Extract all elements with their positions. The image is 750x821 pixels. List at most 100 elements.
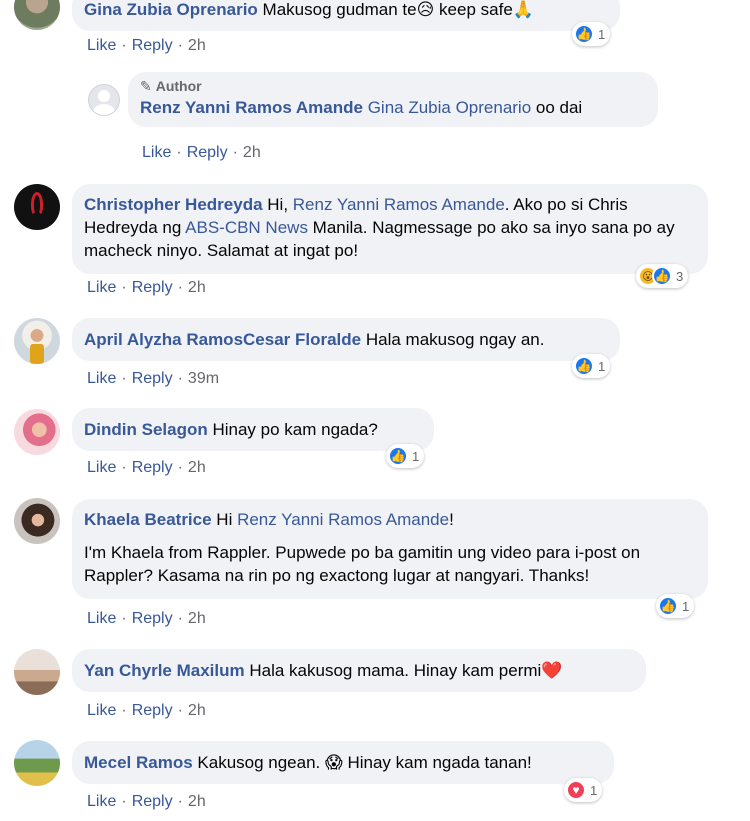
mention-link[interactable]: Renz Yanni Ramos Amande bbox=[237, 510, 449, 529]
ribbon-logo-icon bbox=[31, 192, 43, 216]
reaction-count: 3 bbox=[676, 268, 684, 284]
commenter-name[interactable]: Gina Zubia Oprenario bbox=[84, 0, 258, 19]
commenter-name[interactable]: April Alyzha RamosCesar Floralde bbox=[84, 330, 361, 349]
separator: · bbox=[121, 459, 127, 476]
timestamp[interactable]: 2h bbox=[188, 37, 206, 55]
comment-text: ! bbox=[449, 510, 454, 529]
like-icon: 👍 bbox=[574, 356, 594, 376]
reply-link[interactable]: Reply bbox=[132, 793, 173, 811]
comment-bubble: ✎ Author Renz Yanni Ramos Amande Gina Zub… bbox=[128, 72, 658, 127]
reaction-summary[interactable]: 👍 1 bbox=[572, 22, 611, 46]
reaction-summary[interactable]: 😮 👍 3 bbox=[636, 264, 689, 288]
reaction-count: 1 bbox=[598, 26, 606, 42]
avatar[interactable] bbox=[14, 649, 60, 695]
timestamp[interactable]: 2h bbox=[188, 279, 206, 297]
avatar[interactable] bbox=[88, 84, 120, 116]
separator: · bbox=[177, 279, 183, 296]
separator: · bbox=[177, 37, 183, 54]
love-icon: ♥ bbox=[566, 780, 586, 800]
comment-bubble: Yan Chyrle Maxilum Hala kakusog mama. Hi… bbox=[72, 649, 646, 692]
avatar[interactable] bbox=[14, 0, 60, 30]
comment-actions: Like · Reply · 39m bbox=[87, 370, 219, 388]
reply-link[interactable]: Reply bbox=[132, 279, 173, 297]
separator: · bbox=[121, 370, 127, 387]
comment-line: Khaela Beatrice Hi Renz Yanni Ramos Aman… bbox=[84, 508, 696, 531]
reaction-count: 1 bbox=[682, 598, 690, 614]
reply-link[interactable]: Reply bbox=[132, 370, 173, 388]
mention-link[interactable]: Gina Zubia Oprenario bbox=[368, 98, 531, 117]
separator: · bbox=[177, 793, 183, 810]
commenter-name[interactable]: Christopher Hedreyda bbox=[84, 195, 263, 214]
comment-actions: Like · Reply · 2h bbox=[87, 793, 206, 811]
separator: · bbox=[177, 610, 183, 627]
like-link[interactable]: Like bbox=[87, 37, 116, 55]
like-link[interactable]: Like bbox=[87, 702, 116, 720]
reaction-summary[interactable]: 👍 1 bbox=[572, 354, 611, 378]
comment-text: Makusog gudman te bbox=[262, 0, 417, 19]
reaction-summary[interactable]: 👍 1 bbox=[386, 444, 425, 468]
comment-actions: Like · Reply · 2h bbox=[87, 37, 206, 55]
commenter-name[interactable]: Dindin Selagon bbox=[84, 420, 208, 439]
praying-hands-emoji-icon: 🙏 bbox=[512, 0, 534, 19]
separator: · bbox=[177, 459, 183, 476]
like-link[interactable]: Like bbox=[87, 459, 116, 477]
comment-actions: Like · Reply · 2h bbox=[87, 702, 206, 720]
separator: · bbox=[177, 370, 183, 387]
comment-text: I'm Khaela from Rappler. Pupwede po ba g… bbox=[84, 543, 641, 585]
mention-link[interactable]: ABS-CBN News bbox=[185, 218, 308, 237]
comment-actions: Like · Reply · 2h bbox=[87, 459, 206, 477]
reaction-summary[interactable]: ♥ 1 bbox=[564, 778, 603, 802]
comment-text: oo dai bbox=[531, 98, 583, 117]
avatar[interactable] bbox=[14, 498, 60, 544]
timestamp[interactable]: 2h bbox=[188, 702, 206, 720]
screaming-face-emoji-icon: 😱 bbox=[325, 753, 343, 772]
like-icon: 👍 bbox=[388, 446, 408, 466]
separator: · bbox=[232, 144, 238, 161]
like-link[interactable]: Like bbox=[87, 279, 116, 297]
timestamp[interactable]: 39m bbox=[188, 370, 219, 388]
separator: · bbox=[121, 702, 127, 719]
comment-bubble: Dindin Selagon Hinay po kam ngada? bbox=[72, 408, 434, 451]
timestamp[interactable]: 2h bbox=[188, 610, 206, 628]
reply-link[interactable]: Reply bbox=[187, 144, 228, 162]
separator: · bbox=[177, 702, 183, 719]
separator: · bbox=[121, 610, 127, 627]
separator: · bbox=[121, 793, 127, 810]
red-heart-emoji-icon: ❤️ bbox=[541, 661, 563, 680]
comment-bubble: Christopher Hedreyda Hi, Renz Yanni Ramo… bbox=[72, 184, 708, 274]
comment-text: Kakusog ngean. bbox=[192, 753, 325, 772]
comment-text: Hinay kam ngada tanan! bbox=[342, 753, 532, 772]
avatar[interactable] bbox=[14, 409, 60, 455]
comment-text: Hi, bbox=[262, 195, 293, 214]
avatar[interactable] bbox=[14, 740, 60, 786]
like-link[interactable]: Like bbox=[87, 793, 116, 811]
comment-bubble: Khaela Beatrice Hi Renz Yanni Ramos Aman… bbox=[72, 499, 708, 599]
like-icon: 👍 bbox=[658, 596, 678, 616]
comment-text: Hala makusog ngay an. bbox=[361, 330, 545, 349]
commenter-name[interactable]: Renz Yanni Ramos Amande bbox=[140, 98, 363, 117]
commenter-name[interactable]: Yan Chyrle Maxilum bbox=[84, 661, 245, 680]
like-link[interactable]: Like bbox=[87, 370, 116, 388]
reaction-summary[interactable]: 👍 1 bbox=[656, 594, 695, 618]
avatar[interactable] bbox=[14, 184, 60, 230]
reply-link[interactable]: Reply bbox=[132, 702, 173, 720]
timestamp[interactable]: 2h bbox=[243, 144, 261, 162]
reply-link[interactable]: Reply bbox=[132, 610, 173, 628]
timestamp[interactable]: 2h bbox=[188, 459, 206, 477]
commenter-name[interactable]: Khaela Beatrice bbox=[84, 510, 212, 529]
reaction-count: 1 bbox=[598, 358, 606, 374]
reply-link[interactable]: Reply bbox=[132, 37, 173, 55]
like-link[interactable]: Like bbox=[142, 144, 171, 162]
commenter-name[interactable]: Mecel Ramos bbox=[84, 753, 193, 772]
timestamp[interactable]: 2h bbox=[188, 793, 206, 811]
like-icon: 👍 bbox=[574, 24, 594, 44]
like-link[interactable]: Like bbox=[87, 610, 116, 628]
author-badge: ✎ Author bbox=[140, 78, 202, 94]
reply-link[interactable]: Reply bbox=[132, 459, 173, 477]
comment-bubble: Gina Zubia Oprenario Makusog gudman te😥 … bbox=[72, 0, 620, 31]
comment-bubble: Mecel Ramos Kakusog ngean. 😱 Hinay kam n… bbox=[72, 741, 614, 784]
separator: · bbox=[176, 144, 182, 161]
mention-link[interactable]: Renz Yanni Ramos Amande bbox=[293, 195, 505, 214]
avatar[interactable] bbox=[14, 318, 60, 364]
comment-actions: Like · Reply · 2h bbox=[87, 610, 206, 628]
